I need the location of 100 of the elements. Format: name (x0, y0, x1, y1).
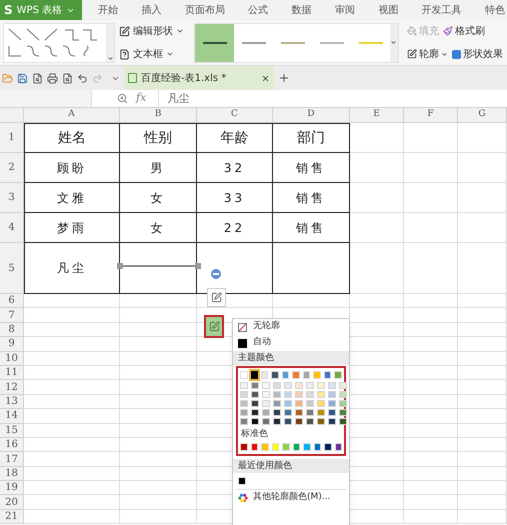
menu-tab[interactable]: 数据 (292, 2, 312, 18)
row-header[interactable]: 15 (0, 424, 24, 438)
color-swatch[interactable] (240, 443, 248, 451)
color-swatch[interactable] (339, 382, 347, 389)
color-swatch[interactable] (339, 418, 347, 425)
color-swatch[interactable] (273, 409, 281, 416)
color-swatch[interactable] (282, 443, 290, 451)
edit-shape-button[interactable]: 编辑形状 (119, 24, 184, 38)
scroll-down-icon[interactable] (106, 54, 114, 62)
row-header[interactable]: 7 (0, 308, 24, 323)
menu-tab[interactable]: 页面布局 (184, 2, 225, 18)
color-swatch[interactable] (317, 382, 325, 389)
row-header[interactable]: 5 (0, 243, 24, 294)
color-swatch[interactable] (295, 382, 303, 389)
menu-item[interactable]: 自动 (233, 335, 349, 351)
shape-gallery[interactable] (3, 22, 115, 62)
save-icon[interactable] (17, 72, 28, 84)
color-swatch[interactable] (339, 391, 347, 398)
outline-button[interactable]: 轮廓 (407, 46, 448, 62)
color-swatch[interactable] (334, 371, 342, 379)
color-swatch[interactable] (240, 371, 248, 379)
preview-icon[interactable] (62, 72, 73, 84)
color-swatch[interactable] (295, 409, 303, 416)
color-swatch[interactable] (302, 371, 310, 379)
menu-tab[interactable]: 视图 (378, 2, 398, 18)
color-swatch[interactable] (240, 418, 248, 425)
row-header[interactable]: 21 (0, 510, 24, 524)
shape-effects-button[interactable]: 形状效果 (452, 46, 503, 62)
row-header[interactable]: 10 (0, 352, 24, 366)
menu-tab[interactable]: 特色 (485, 2, 505, 18)
color-swatch[interactable] (339, 400, 347, 407)
color-swatch[interactable] (240, 382, 248, 389)
function-label[interactable]: fx (136, 90, 146, 107)
color-swatch[interactable] (251, 400, 259, 407)
color-swatch[interactable] (284, 391, 292, 398)
row-header[interactable]: 17 (0, 452, 24, 467)
menu-tab[interactable]: 审阅 (334, 2, 355, 18)
app-menu-button[interactable]: S WPS 表格 (0, 0, 82, 20)
color-swatch[interactable] (284, 418, 292, 425)
color-swatch[interactable] (328, 382, 336, 389)
color-swatch[interactable] (328, 400, 336, 407)
color-swatch[interactable] (324, 443, 332, 451)
color-swatch[interactable] (284, 409, 292, 416)
color-swatch[interactable] (250, 371, 258, 379)
menu-item[interactable]: 无轮廓 (233, 319, 349, 335)
redo-icon[interactable] (92, 72, 103, 84)
new-tab-icon[interactable] (278, 72, 290, 84)
row-header[interactable]: 3 (0, 183, 24, 213)
row-header[interactable]: 2 (0, 153, 24, 183)
color-swatch[interactable] (260, 371, 268, 379)
column-header[interactable]: D (273, 108, 350, 122)
column-header[interactable]: F (404, 108, 458, 122)
color-swatch[interactable] (240, 400, 248, 407)
undo-icon[interactable] (77, 72, 88, 84)
line-style-option[interactable] (195, 24, 234, 62)
close-icon[interactable] (261, 74, 270, 82)
color-swatch[interactable] (273, 391, 281, 398)
column-header[interactable]: B (120, 108, 197, 122)
color-swatch[interactable] (240, 409, 248, 416)
color-swatch[interactable] (284, 382, 292, 389)
color-swatch[interactable] (240, 391, 248, 398)
color-swatch[interactable] (313, 371, 321, 379)
color-swatch[interactable] (317, 409, 325, 416)
color-swatch[interactable] (251, 391, 259, 398)
file-icon[interactable] (32, 72, 43, 84)
color-swatch[interactable] (303, 443, 310, 451)
color-swatch[interactable] (295, 418, 303, 425)
color-swatch[interactable] (306, 409, 314, 416)
color-swatch[interactable] (328, 418, 336, 425)
color-swatch[interactable] (306, 391, 314, 398)
print-icon[interactable] (47, 72, 58, 84)
color-swatch[interactable] (317, 400, 325, 407)
color-swatch[interactable] (271, 371, 279, 379)
color-swatch[interactable] (273, 382, 281, 389)
row-header[interactable]: 19 (0, 481, 24, 496)
color-swatch[interactable] (317, 418, 325, 425)
color-swatch[interactable] (328, 409, 336, 416)
row-header[interactable]: 4 (0, 213, 24, 243)
color-swatch[interactable] (314, 443, 321, 451)
row-header[interactable]: 12 (0, 380, 24, 395)
column-header[interactable]: E (350, 108, 404, 122)
menu-item[interactable]: 其他轮廓颜色(M)... (233, 490, 349, 506)
row-header[interactable]: 8 (0, 322, 24, 338)
color-swatch[interactable] (306, 382, 314, 389)
menu-tab[interactable]: 开始 (98, 2, 118, 18)
zoom-icon[interactable] (117, 93, 128, 104)
row-header[interactable]: 14 (0, 409, 24, 424)
column-header[interactable]: C (197, 108, 273, 122)
formula-input[interactable]: 凡尘 (158, 90, 507, 107)
format-painter-button[interactable]: 格式刷 (443, 24, 485, 38)
color-swatch[interactable] (251, 418, 259, 425)
color-swatch[interactable] (306, 418, 314, 425)
row-header[interactable]: 16 (0, 438, 24, 452)
color-swatch[interactable] (282, 371, 290, 379)
row-header[interactable]: 11 (0, 366, 24, 380)
color-swatch[interactable] (262, 418, 270, 425)
color-swatch[interactable] (292, 371, 300, 379)
row-header[interactable]: 1 (0, 123, 24, 153)
color-swatch[interactable] (262, 391, 270, 398)
line-shape[interactable] (117, 263, 201, 269)
